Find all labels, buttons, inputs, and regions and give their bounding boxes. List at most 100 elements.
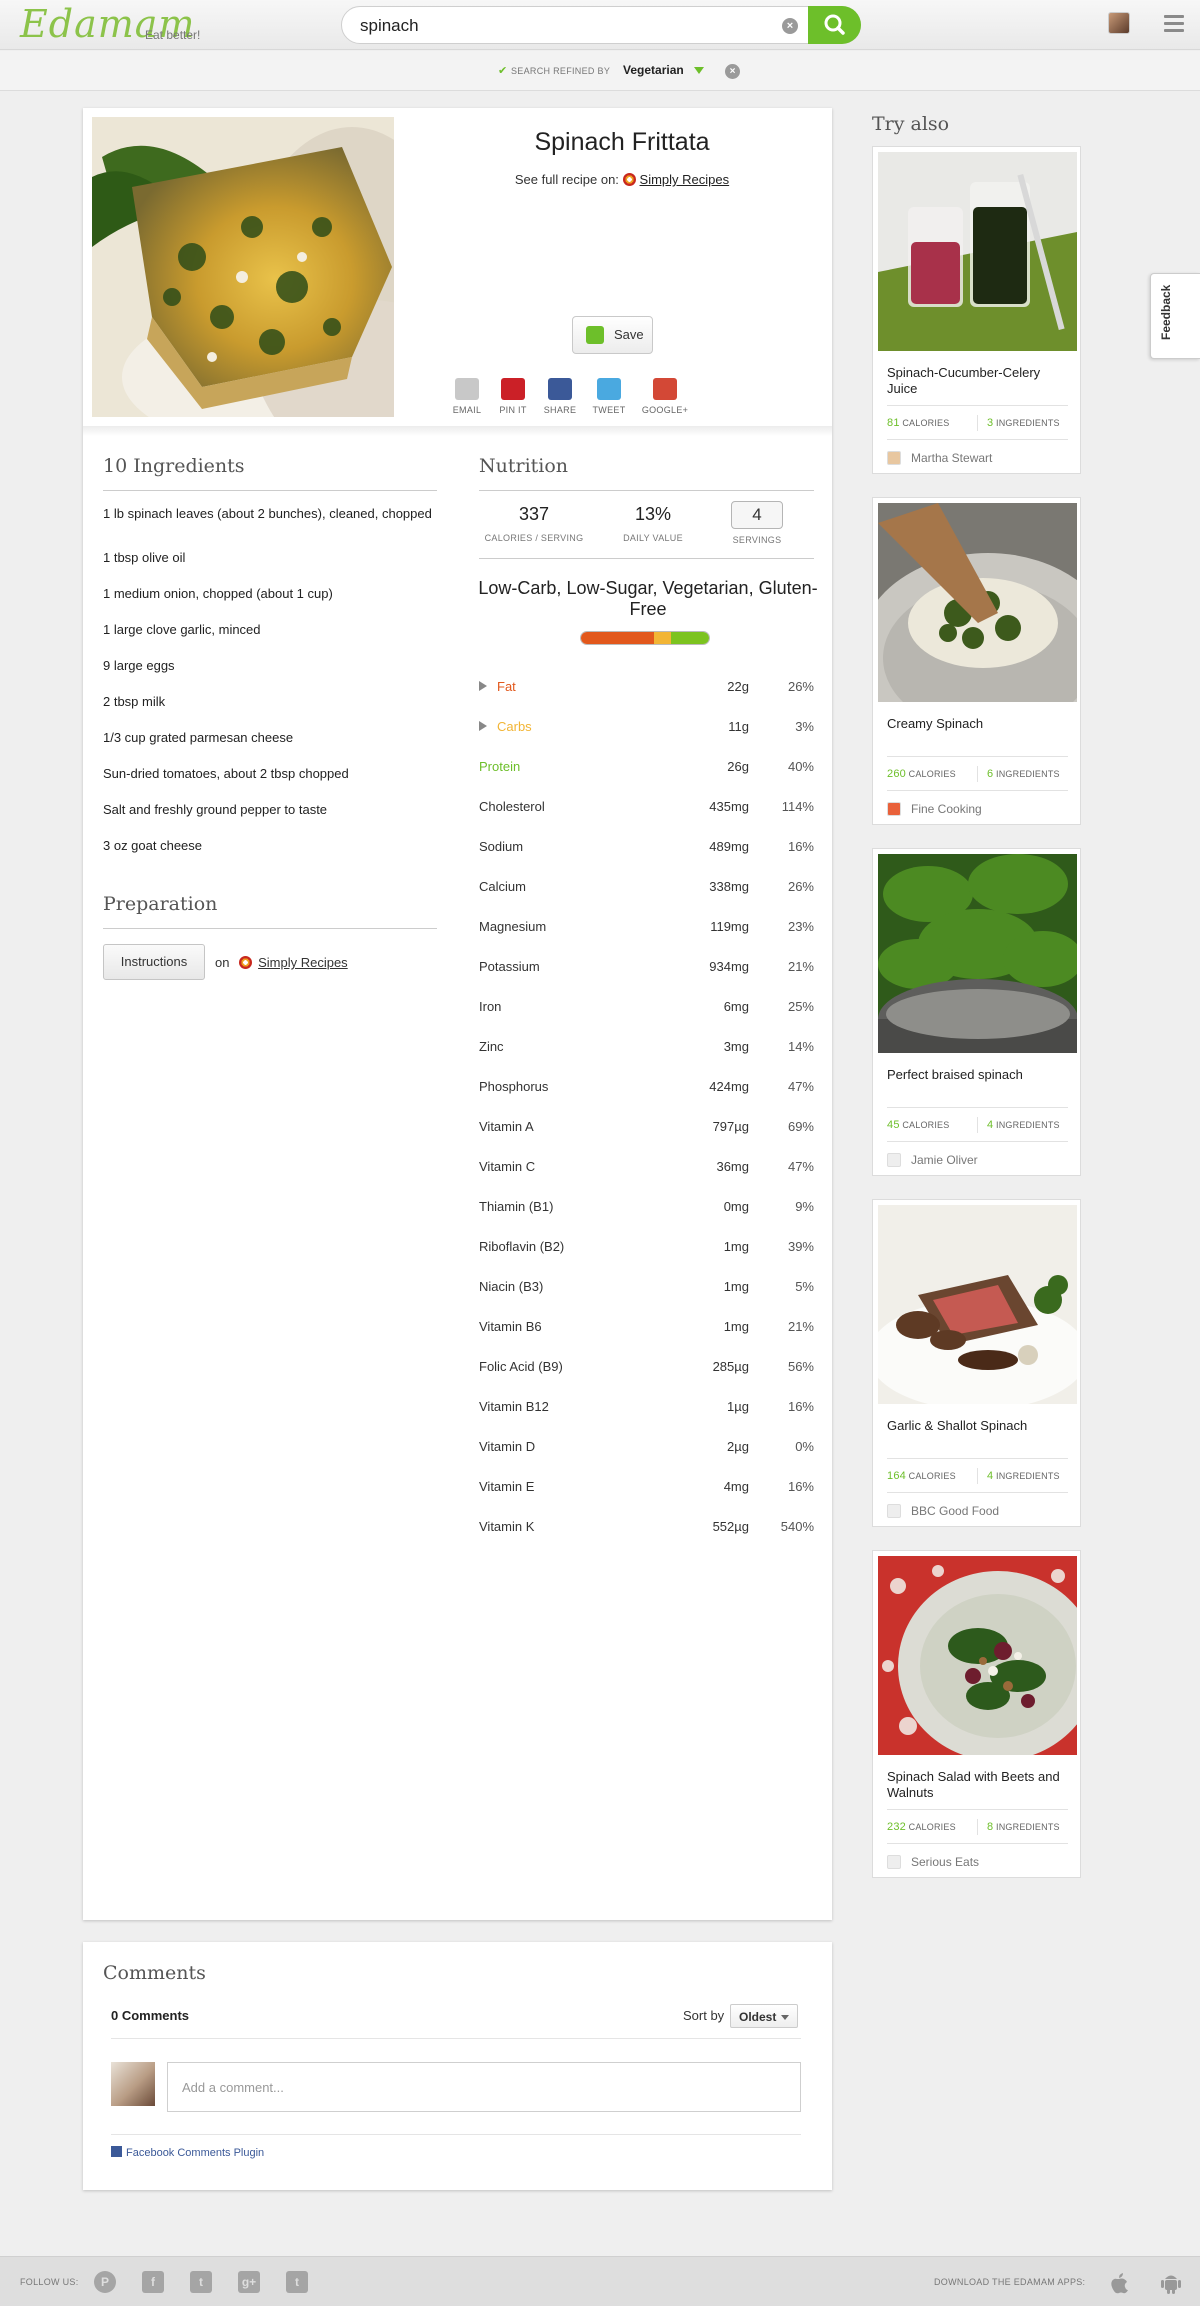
try-also-title[interactable]: Perfect braised spinach xyxy=(887,1067,1067,1083)
source-favicon-icon xyxy=(887,1855,901,1869)
nutrient-name: Thiamin (B1) xyxy=(479,1199,553,1214)
share-pin-it-button[interactable]: PIN IT xyxy=(488,378,538,415)
try-also-photo[interactable] xyxy=(878,1205,1077,1404)
calories-value: 260 xyxy=(887,768,906,780)
ingredient-item: 1 large clove garlic, minced xyxy=(103,622,261,637)
divider xyxy=(977,1819,978,1835)
share-google-button[interactable]: GOOGLE+ xyxy=(640,378,690,415)
try-also-source[interactable]: Jamie Oliver xyxy=(887,1153,978,1167)
try-also-photo[interactable] xyxy=(878,1556,1077,1755)
try-also-card[interactable]: Spinach-Cucumber-Celery Juice 81 CALORIES… xyxy=(872,146,1081,474)
top-bar: Edamam Eat better! × xyxy=(0,0,1200,50)
try-also-photo[interactable] xyxy=(878,152,1077,351)
servings-label-box: SERVINGS xyxy=(723,535,791,545)
nutrient-name: Carbs xyxy=(479,719,532,734)
nutrient-name: Iron xyxy=(479,999,501,1014)
expand-triangle-icon[interactable] xyxy=(479,681,487,691)
search-input[interactable] xyxy=(360,14,780,38)
sort-select[interactable]: Oldest xyxy=(730,2004,798,2028)
try-also-source[interactable]: Martha Stewart xyxy=(887,451,992,465)
servings-input[interactable]: 4 xyxy=(731,501,783,529)
nutrient-label: Folic Acid (B9) xyxy=(479,1359,563,1374)
ingredients-value: 8 xyxy=(987,1821,994,1833)
calories-label: CALORIES / SERVING xyxy=(484,533,584,543)
feedback-tab[interactable]: Feedback xyxy=(1150,273,1200,359)
remove-filter-icon[interactable]: × xyxy=(725,64,740,79)
nutrient-daily-percent: 56% xyxy=(787,1359,814,1374)
expand-triangle-icon[interactable] xyxy=(479,721,487,731)
nutrient-row[interactable]: Carbs 11g 3% xyxy=(479,719,814,739)
try-also-source[interactable]: Fine Cooking xyxy=(887,802,982,816)
try-also-card[interactable]: Creamy Spinach 260 CALORIES 6 INGREDIENTS F… xyxy=(872,497,1081,825)
try-also-card[interactable]: Perfect braised spinach 45 CALORIES 4 INGR… xyxy=(872,848,1081,1176)
nutrient-row[interactable]: Fat 22g 26% xyxy=(479,679,814,699)
try-also-card[interactable]: Garlic & Shallot Spinach 164 CALORIES 4 IN… xyxy=(872,1199,1081,1527)
nutrient-quantity: 338mg xyxy=(709,879,749,894)
nutrient-name: Vitamin B12 xyxy=(479,1399,549,1414)
hamburger-icon[interactable] xyxy=(1164,15,1184,33)
instructions-button[interactable]: Instructions xyxy=(103,944,205,980)
on-label: on xyxy=(215,955,230,970)
nutrient-row: Vitamin B6 1mg 21% xyxy=(479,1319,814,1339)
add-comment-input[interactable]: Add a comment... xyxy=(167,2062,801,2112)
preparation-heading: Preparation xyxy=(103,893,218,915)
recipe-photo xyxy=(92,117,394,417)
try-also-title[interactable]: Creamy Spinach xyxy=(887,716,1067,732)
try-also-photo[interactable] xyxy=(878,854,1077,1053)
share-label: PIN IT xyxy=(499,405,527,415)
try-also-title[interactable]: Spinach-Cucumber-Celery Juice xyxy=(887,365,1067,397)
calories-value: 164 xyxy=(887,1470,906,1482)
nutrient-daily-percent: 9% xyxy=(795,1199,814,1214)
share-email-button[interactable]: EMAIL xyxy=(442,378,492,415)
nutrient-label: Niacin (B3) xyxy=(479,1279,544,1294)
nutrient-quantity: 36mg xyxy=(716,1159,749,1174)
facebook-comments-plugin-link[interactable]: Facebook Comments Plugin xyxy=(111,2146,264,2159)
instructions-source-link[interactable]: Simply Recipes xyxy=(258,955,348,970)
facebook-icon[interactable]: f xyxy=(142,2271,164,2293)
nutrient-quantity: 797µg xyxy=(712,1119,749,1134)
comments-heading: Comments xyxy=(103,1962,206,1984)
recipe-source-link[interactable]: Simply Recipes xyxy=(640,172,730,187)
commenter-avatar xyxy=(111,2062,155,2106)
nutrient-name: Fat xyxy=(479,679,516,694)
try-also-source[interactable]: BBC Good Food xyxy=(887,1504,999,1518)
ingredient-item: 1/3 cup grated parmesan cheese xyxy=(103,730,294,745)
user-avatar[interactable] xyxy=(1108,12,1130,34)
twitter-icon[interactable]: t xyxy=(190,2271,212,2293)
ingredient-item: Sun-dried tomatoes, about 2 tbsp chopped xyxy=(103,766,349,781)
pinterest-icon[interactable]: P xyxy=(94,2271,116,2293)
nutrient-daily-percent: 0% xyxy=(795,1439,814,1454)
share-share-button[interactable]: SHARE xyxy=(535,378,585,415)
apple-icon[interactable] xyxy=(1108,2270,1130,2294)
close-circle-icon[interactable]: × xyxy=(782,18,798,34)
nutrient-quantity: 552µg xyxy=(712,1519,749,1534)
tumblr-icon[interactable]: t xyxy=(286,2271,308,2293)
divider xyxy=(977,766,978,782)
refine-filter-value[interactable]: Vegetarian xyxy=(623,63,684,77)
ingredients-value: 4 xyxy=(987,1119,994,1131)
try-also-title[interactable]: Garlic & Shallot Spinach xyxy=(887,1418,1067,1434)
nutrient-label: Vitamin D xyxy=(479,1439,536,1454)
share-tweet-button[interactable]: TWEET xyxy=(584,378,634,415)
try-also-title[interactable]: Spinach Salad with Beets and Walnuts xyxy=(887,1769,1067,1801)
nutrient-label: Fat xyxy=(497,679,516,694)
nutrient-label: Carbs xyxy=(497,719,532,734)
nutrient-quantity: 119mg xyxy=(710,919,749,934)
facebook-icon xyxy=(111,2146,122,2157)
servings-label: SERVINGS xyxy=(732,535,782,545)
plugin-label: Facebook Comments Plugin xyxy=(126,2147,265,2159)
nutrient-daily-percent: 114% xyxy=(781,799,814,814)
android-icon[interactable] xyxy=(1160,2270,1182,2294)
google-plus-icon[interactable]: g+ xyxy=(238,2271,260,2293)
nutrient-daily-percent: 3% xyxy=(795,719,814,734)
try-also-card[interactable]: Spinach Salad with Beets and Walnuts 232 … xyxy=(872,1550,1081,1878)
try-also-source[interactable]: Serious Eats xyxy=(887,1855,979,1869)
nutrient-label: Vitamin E xyxy=(479,1479,535,1494)
chevron-down-icon[interactable] xyxy=(694,67,704,74)
footer: FOLLOW US: DOWNLOAD THE EDAMAM APPS: Pf t… xyxy=(0,2256,1200,2306)
source-favicon-icon xyxy=(887,451,901,465)
try-also-photo[interactable] xyxy=(878,503,1077,702)
search-button[interactable] xyxy=(808,6,861,44)
nutrient-name: Vitamin K xyxy=(479,1519,534,1534)
save-button[interactable]: Save xyxy=(572,316,653,354)
